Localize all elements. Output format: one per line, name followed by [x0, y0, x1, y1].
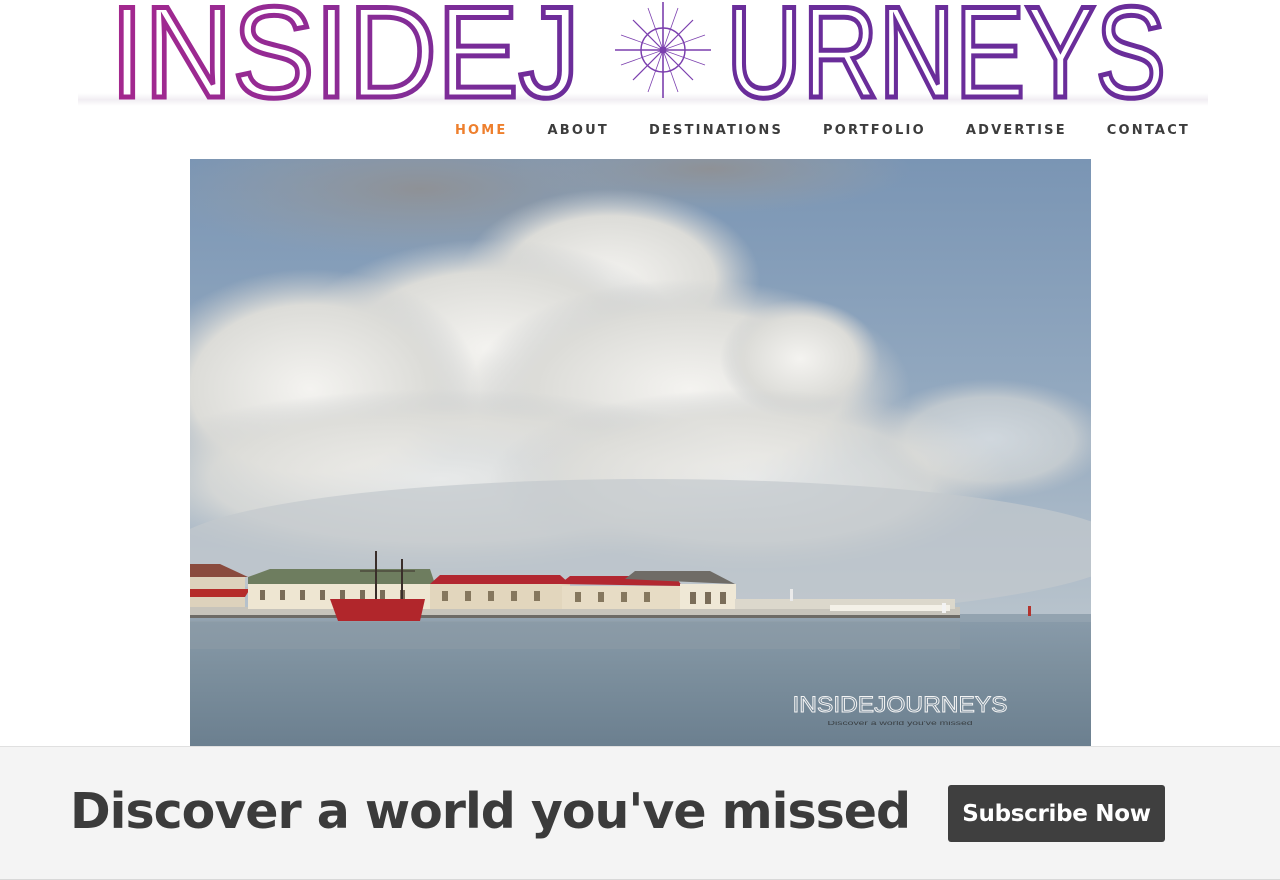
nav-destinations[interactable]: DESTINATIONS: [649, 123, 783, 138]
logo-graphic: INSIDEJ URNEYS: [108, 0, 1169, 106]
photo-watermark-sub: Discover a world you've missed: [828, 721, 973, 727]
logo-text-left: INSIDEJ: [110, 0, 580, 106]
compass-star-icon: [615, 2, 711, 98]
logo-text-right: URNEYS: [726, 0, 1166, 106]
page: INSIDEJ URNEYS HOME ABOUT DESTINATIONS P…: [0, 0, 1280, 880]
nav-portfolio[interactable]: PORTFOLIO: [823, 123, 926, 138]
nav-home[interactable]: HOME: [455, 123, 508, 138]
site-logo[interactable]: INSIDEJ URNEYS: [78, 0, 1208, 106]
subscribe-bar: Discover a world you've missed Subscribe…: [0, 746, 1280, 880]
subscribe-button[interactable]: Subscribe Now: [948, 785, 1165, 842]
nav-advertise[interactable]: ADVERTISE: [966, 123, 1067, 138]
nav-contact[interactable]: CONTACT: [1107, 123, 1190, 138]
photo-watermark: INSIDEJOURNEYS: [793, 692, 1008, 717]
tagline: Discover a world you've missed: [70, 783, 911, 840]
harbor-photo: INSIDEJOURNEYS Discover a world you've m…: [190, 159, 1091, 747]
main-nav: HOME ABOUT DESTINATIONS PORTFOLIO ADVERT…: [415, 119, 1190, 141]
hero-image: INSIDEJOURNEYS Discover a world you've m…: [190, 159, 1091, 747]
nav-about[interactable]: ABOUT: [548, 123, 609, 138]
